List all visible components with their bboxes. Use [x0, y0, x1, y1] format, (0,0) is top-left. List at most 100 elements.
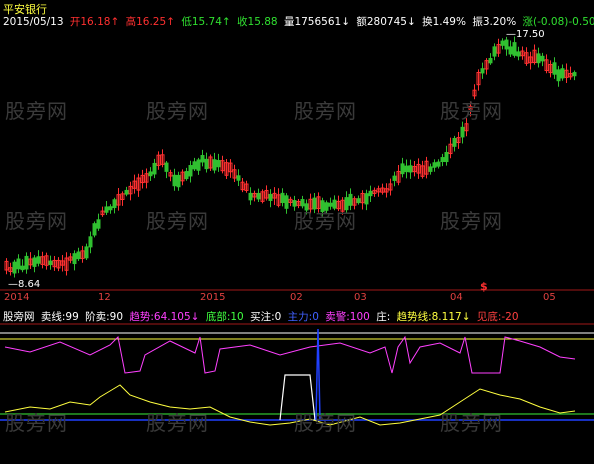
indicator-item-sell-line: 卖线:99 [40, 311, 79, 323]
candle-body [104, 206, 109, 213]
candle-body [36, 256, 41, 264]
trend-line-yellow [4, 384, 576, 426]
quote-volume: 量1756561↓ [283, 16, 351, 28]
candle-body [488, 57, 493, 64]
candle-body [268, 193, 273, 201]
indicator-panel[interactable]: 股旁网 卖线:99 阶卖:90 趋势:64.105↓ 底部:10 买注:0 主力… [0, 307, 594, 461]
candle-body [348, 193, 353, 206]
candle-body [92, 223, 97, 236]
date-tick: 02 [290, 292, 303, 303]
indicator-legend: 股旁网 卖线:99 阶卖:90 趋势:64.105↓ 底部:10 买注:0 主力… [3, 309, 522, 324]
quote-open: 开16.18↑ [69, 16, 120, 28]
dealer-signal [279, 374, 316, 421]
indicator-item-sell-alert: 卖警:100 [325, 311, 370, 323]
candle-body [500, 40, 505, 46]
price-chart-panel[interactable]: 平安银行 2015/05/13 开16.18↑ 高16.25↑ 低15.74↑ … [0, 0, 594, 298]
date-tick: 2015 [200, 292, 226, 303]
candle-body [304, 203, 309, 211]
candle-body [280, 192, 285, 204]
candle-body [408, 165, 413, 173]
candle-body [516, 51, 521, 57]
candle-body [328, 202, 333, 207]
indicator-item-trend-line: 趋势线:8.117↓ [396, 311, 471, 323]
candle-body [536, 53, 541, 64]
candle-body [452, 137, 457, 147]
candle-body [188, 165, 193, 177]
candle-body [508, 46, 513, 55]
candle-body [428, 166, 433, 172]
trend-line [4, 335, 576, 374]
candle-body [236, 175, 241, 181]
quote-close: 收15.88 [237, 16, 278, 28]
indicator-item-bottom: 底部:10 [205, 311, 244, 323]
candle-body [552, 62, 557, 75]
peak-price-label: —17.50 [506, 29, 545, 40]
candle-body [256, 192, 261, 200]
indicator-chart[interactable] [0, 307, 594, 461]
candle-body [512, 42, 517, 56]
date-axis: 2014 12 2015 02 03 04 05 [0, 292, 594, 307]
quote-amount: 额280745↓ [356, 16, 416, 28]
candle-body [204, 158, 209, 170]
candle-body [184, 171, 189, 180]
candle-body [368, 190, 373, 197]
candle-body [196, 159, 201, 171]
candle-body [216, 160, 221, 168]
candle-body [76, 251, 81, 260]
date-tick: 03 [354, 292, 367, 303]
candle-body [212, 159, 217, 171]
indicator-item-bottom-seen: 见底:-20 [476, 311, 519, 323]
candle-body [440, 157, 445, 163]
candle-body [20, 265, 25, 271]
quote-header: 2015/05/13 开16.18↑ 高16.25↑ 低15.74↑ 收15.8… [3, 14, 594, 29]
candle-body [560, 68, 565, 79]
candle-body [112, 199, 117, 209]
candle-body [48, 260, 53, 266]
candle-body [88, 236, 93, 248]
candle-body [292, 200, 297, 207]
candle-body [540, 55, 545, 62]
candle-body [432, 162, 437, 168]
indicator-name: 股旁网 [3, 311, 35, 323]
date-tick: 05 [543, 292, 556, 303]
candle-body [480, 68, 485, 74]
date-tick: 12 [98, 292, 111, 303]
candle-body [504, 39, 509, 50]
candle-body [400, 163, 405, 175]
candle-body [72, 253, 77, 265]
candle-body [176, 174, 181, 188]
candle-body [24, 255, 29, 270]
date-tick: 2014 [4, 292, 30, 303]
candle-body [324, 202, 329, 211]
candlestick-chart[interactable] [0, 0, 594, 298]
candle-body [364, 193, 369, 205]
quote-amplitude: 振3.20% [472, 16, 517, 28]
candle-body [332, 199, 337, 209]
candle-body [152, 162, 157, 175]
candle-body [300, 199, 305, 207]
candle-body [392, 175, 397, 181]
quote-high: 高16.25↑ [125, 16, 175, 28]
candle-body [124, 189, 129, 195]
indicator-item-main-force: 主力:0 [287, 311, 319, 323]
candle-body [284, 195, 289, 209]
quote-change: 涨(-0.08)-0.50 [522, 16, 594, 28]
candle-body [436, 161, 441, 167]
quote-low: 低15.74↑ [181, 16, 231, 28]
candle-body [96, 219, 101, 229]
quote-turnover: 换1.49% [422, 16, 466, 28]
candle-body [344, 197, 349, 211]
quote-date: 2015/05/13 [3, 16, 64, 28]
candle-body [192, 161, 197, 170]
candle-body [556, 69, 561, 82]
candle-body [312, 197, 317, 210]
candle-body [444, 152, 449, 163]
candle-body [404, 165, 409, 173]
date-tick: 04 [450, 292, 463, 303]
candle-body [12, 261, 17, 274]
candle-body [148, 171, 153, 177]
candle-body [248, 192, 253, 201]
candle-body [16, 258, 21, 270]
candle-body [84, 246, 89, 259]
indicator-item-dealer: 庄: [376, 311, 391, 323]
